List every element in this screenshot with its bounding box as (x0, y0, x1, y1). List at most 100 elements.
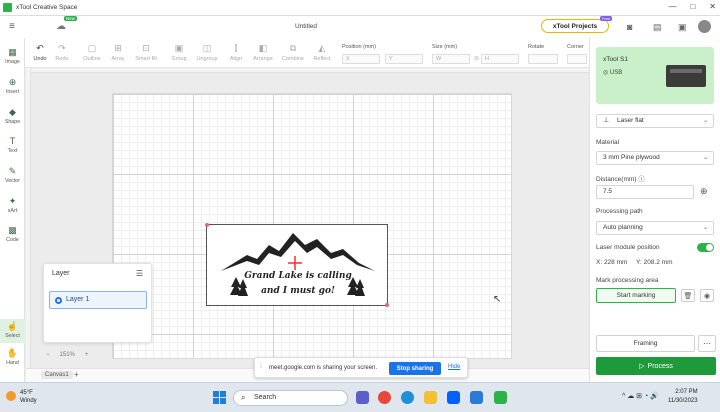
shape-icon: ◆ (9, 107, 16, 117)
app-logo-icon (3, 3, 12, 12)
combine-button[interactable]: ⧉ Combine (281, 43, 305, 62)
mode-select[interactable]: ⊥ Laser flat ⌄ (596, 114, 714, 128)
sidebar-item-hand[interactable]: ✋ Hand (0, 348, 25, 366)
align-icon: ⫿ (234, 43, 238, 53)
group-button[interactable]: ▣ Group (167, 43, 191, 62)
array-button[interactable]: ⊞ Array (106, 43, 130, 62)
ungroup-button[interactable]: ◫ Ungroup (195, 43, 219, 62)
minimize-button[interactable]: — (668, 2, 676, 11)
sidebar-item-insert[interactable]: ⊕ Insert (0, 77, 25, 95)
rotate-input[interactable] (528, 54, 558, 64)
teams-icon[interactable] (356, 391, 369, 404)
resize-handle[interactable] (205, 223, 209, 227)
design-text-line2: and I must go! (261, 286, 335, 296)
position-y-input[interactable]: Y (385, 54, 423, 64)
laser-position-label: Laser module position (596, 244, 660, 251)
dropbox-icon[interactable] (447, 391, 460, 404)
document-title: Untitled (294, 23, 318, 30)
sidebar-item-xart[interactable]: ✦ xArt (0, 196, 25, 214)
xtool-projects-label: xTool Projects (552, 22, 598, 30)
vector-icon: ✎ (8, 166, 17, 176)
size-h-input[interactable]: H (481, 54, 519, 64)
distance-input[interactable]: 7.5 (596, 185, 694, 199)
device-card[interactable]: xTool S1 ◎ USB (596, 47, 714, 104)
title-bar: xTool Creative Space — □ ✕ (0, 0, 720, 16)
start-button[interactable] (213, 391, 226, 404)
add-canvas-button[interactable]: + (74, 370, 79, 379)
resize-handle[interactable] (385, 303, 389, 307)
design-object[interactable]: Grand Lake is calling and I must go! (205, 223, 389, 307)
sidebar-item-text[interactable]: T Text (0, 136, 25, 154)
tab-canvas1[interactable]: Canvas1 (41, 371, 73, 379)
system-tray[interactable]: ^ ☁ ⊞ ◔ 🔊 (622, 392, 659, 400)
smart-fill-button[interactable]: ⊡ Smart fill (134, 43, 158, 62)
corner-label: Corner (567, 44, 584, 50)
edge-icon[interactable] (401, 391, 414, 404)
sidebar-item-shape[interactable]: ◆ Shape (0, 107, 25, 125)
close-button[interactable]: ✕ (709, 2, 716, 11)
size-label: Size (mm) (432, 44, 458, 50)
sidebar-item-select[interactable]: ☝ Select (0, 319, 25, 343)
process-button[interactable]: ▷ Process (596, 357, 716, 375)
start-marking-button[interactable]: Start marking (596, 288, 676, 303)
undo-button[interactable]: ↶ Undo (28, 43, 52, 62)
xtool-projects-button[interactable]: xTool Projects (541, 19, 609, 33)
zoom-out-button[interactable]: − (46, 352, 50, 358)
position-x-input[interactable]: X (342, 54, 380, 64)
corner-input[interactable] (567, 54, 587, 64)
taskbar-search[interactable]: Search (233, 390, 348, 406)
code-icon: ▩ (8, 225, 17, 235)
align-button[interactable]: ⫿ Align (224, 43, 248, 62)
sidebar-item-vector[interactable]: ✎ Vector (0, 166, 25, 184)
chrome-icon[interactable] (378, 391, 391, 404)
sidebar-item-image[interactable]: ▦ Image (0, 47, 25, 65)
reflect-button[interactable]: ◭ Reflect (310, 43, 334, 62)
window-controls: — □ ✕ (668, 2, 716, 11)
maximize-button[interactable]: □ (690, 2, 695, 11)
design-text-line1: Grand Lake is calling (244, 271, 352, 281)
new-badge: New (64, 16, 78, 21)
mark-area-label: Mark processing area (596, 277, 659, 284)
arrange-button[interactable]: ◧ Arrange (251, 43, 275, 62)
delete-icon[interactable]: 🗑 (681, 289, 695, 302)
layer-radio[interactable] (55, 297, 62, 304)
framing-button[interactable]: Framing (596, 335, 695, 352)
user-avatar[interactable] (698, 20, 711, 33)
layer-settings-icon[interactable]: ☰ (136, 269, 143, 278)
combine-icon: ⧉ (289, 43, 297, 53)
array-icon: ⊞ (114, 43, 122, 53)
app-icon[interactable] (470, 391, 483, 404)
stop-sharing-button[interactable]: Stop sharing (389, 362, 441, 375)
weather-widget[interactable]: 45°F Windy (20, 389, 37, 405)
layer-item[interactable]: Layer 1 (49, 291, 147, 309)
hide-link[interactable]: Hide (448, 364, 460, 370)
camera-icon[interactable]: ◙ (627, 22, 632, 32)
crosshair-target-icon[interactable]: ⊕ (700, 186, 708, 197)
taskbar-clock[interactable]: 2:07 PM 11/30/2023 (668, 388, 698, 406)
xtool-taskbar-icon[interactable] (494, 391, 507, 404)
zoom-in-button[interactable]: + (85, 352, 89, 358)
rotate-label: Rotate (528, 44, 545, 50)
eye-icon[interactable]: ◉ (700, 289, 714, 302)
undo-icon: ↶ (36, 43, 44, 53)
search-icon: ⌕ (241, 393, 246, 402)
info-icon[interactable]: ⓘ (638, 176, 645, 183)
file-explorer-icon[interactable] (424, 391, 437, 404)
zoom-control: − 151% + (46, 352, 88, 358)
drag-handle-icon[interactable]: ⁞ (260, 363, 262, 370)
sidebar-item-code[interactable]: ▩ Code (0, 225, 25, 243)
lock-ratio-icon[interactable]: ⊖ (474, 55, 479, 62)
layer-name: Layer 1 (66, 296, 90, 303)
outline-button[interactable]: ▢ Outline (80, 43, 104, 62)
weather-icon[interactable] (6, 391, 16, 401)
save-icon[interactable]: ▣ (678, 22, 687, 33)
more-options-icon[interactable]: ⋯ (698, 335, 716, 352)
size-w-input[interactable]: W (432, 54, 470, 64)
redo-button[interactable]: ↷ Redo (50, 43, 74, 62)
processing-path-select[interactable]: Auto planning ⌄ (596, 221, 714, 235)
material-select[interactable]: 3 mm Pine plywood ⌄ (596, 151, 714, 165)
reflect-icon: ◭ (318, 43, 326, 53)
laser-position-toggle[interactable] (697, 243, 714, 252)
image-icon: ▦ (8, 47, 17, 57)
open-file-icon[interactable]: ▤ (653, 22, 662, 33)
